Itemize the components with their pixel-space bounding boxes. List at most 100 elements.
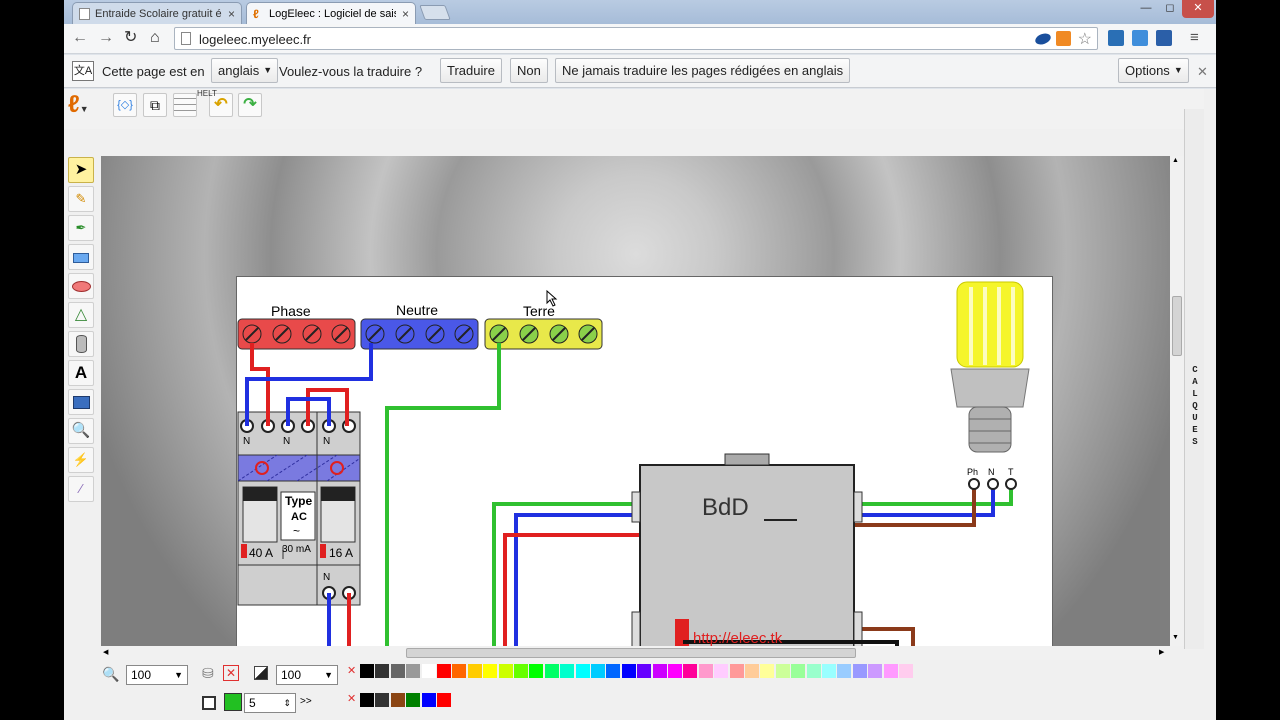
color-swatch[interactable] xyxy=(775,664,790,678)
color-swatch[interactable] xyxy=(883,664,898,678)
screen-icon[interactable] xyxy=(1108,30,1124,46)
stroke-style-icon[interactable] xyxy=(202,696,216,710)
drawing-canvas[interactable]: Phase Neutre Terre N N N N Type AC ~ 40 … xyxy=(101,156,1170,646)
shapes-icon[interactable]: ⧉ xyxy=(143,93,167,117)
color-swatch[interactable] xyxy=(560,664,575,678)
color-swatch[interactable] xyxy=(390,693,405,707)
no-color-icon[interactable]: ✕ xyxy=(347,692,356,705)
color-swatch[interactable] xyxy=(668,664,682,678)
color-swatch[interactable] xyxy=(760,664,775,678)
no-color-icon[interactable]: ✕ xyxy=(347,664,356,677)
color-swatch[interactable] xyxy=(852,664,867,678)
color-swatch[interactable] xyxy=(791,664,806,678)
options-button[interactable]: Options ▼ xyxy=(1118,58,1189,83)
maximize-button[interactable]: ◻ xyxy=(1158,0,1182,18)
extension-icon[interactable] xyxy=(1033,31,1053,47)
menu-icon[interactable]: ≡ xyxy=(1190,29,1199,47)
star-icon[interactable]: ☆ xyxy=(1078,29,1092,49)
color-swatch[interactable] xyxy=(390,664,405,678)
color-swatch[interactable] xyxy=(360,693,374,707)
brush-icon[interactable]: ∕ xyxy=(68,476,94,502)
scroll-thumb[interactable] xyxy=(406,648,856,658)
close-icon[interactable]: × xyxy=(402,7,409,21)
color-swatch[interactable] xyxy=(360,664,374,678)
calques-panel-tab[interactable]: C A L Q U E S xyxy=(1184,109,1204,649)
color-swatch[interactable] xyxy=(421,664,436,678)
code-icon[interactable]: {◇} xyxy=(113,93,137,117)
reload-icon[interactable]: ↻ xyxy=(124,29,137,47)
color-swatch[interactable] xyxy=(544,664,559,678)
color-swatch[interactable] xyxy=(421,693,436,707)
redo-icon[interactable]: ↷ xyxy=(238,93,262,117)
translate-button[interactable]: Traduire xyxy=(440,58,502,83)
fill-bucket-icon[interactable]: ⛁ xyxy=(202,665,220,683)
color-swatch[interactable] xyxy=(729,664,744,678)
color-palette-stroke[interactable] xyxy=(360,693,1160,707)
home-icon[interactable]: ⌂ xyxy=(150,29,160,47)
stroke-color-swatch[interactable] xyxy=(224,693,242,711)
forward-icon[interactable]: → xyxy=(98,29,114,47)
color-swatch[interactable] xyxy=(745,664,759,678)
color-swatch[interactable] xyxy=(806,664,821,678)
new-tab-button[interactable] xyxy=(419,5,451,20)
grid-icon[interactable] xyxy=(173,93,197,117)
pen-tool-icon[interactable]: ✒ xyxy=(68,215,94,241)
close-translate-icon[interactable]: ✕ xyxy=(1197,64,1208,80)
share-icon[interactable] xyxy=(1132,30,1148,46)
scroll-thumb[interactable] xyxy=(1172,296,1182,356)
tab-entraide[interactable]: Entraide Scolaire gratuit él × xyxy=(72,2,242,24)
color-swatch[interactable] xyxy=(529,664,544,678)
scroll-right-icon[interactable]: ▶ xyxy=(1159,648,1164,656)
drawing-sheet[interactable]: Phase Neutre Terre N N N N Type AC ~ 40 … xyxy=(236,276,1053,646)
color-swatch[interactable] xyxy=(437,664,451,678)
color-swatch[interactable] xyxy=(375,664,390,678)
color-swatch[interactable] xyxy=(406,664,421,678)
image-icon[interactable] xyxy=(68,389,94,415)
color-swatch[interactable] xyxy=(714,664,729,678)
color-swatch[interactable] xyxy=(652,664,667,678)
eyedropper-icon[interactable]: ⚡ xyxy=(68,447,94,473)
color-swatch[interactable] xyxy=(591,664,605,678)
cylinder-icon[interactable] xyxy=(68,331,94,357)
color-swatch[interactable] xyxy=(621,664,636,678)
color-swatch[interactable] xyxy=(899,664,913,678)
close-window-button[interactable]: ✕ xyxy=(1182,0,1214,18)
color-swatch[interactable] xyxy=(698,664,713,678)
pencil-icon[interactable]: ✎ xyxy=(68,186,94,212)
language-select[interactable]: anglais ▼ xyxy=(211,58,279,83)
text-tool-icon[interactable]: A xyxy=(68,360,94,386)
close-icon[interactable]: × xyxy=(228,7,235,21)
line-width-select[interactable]: 5 ⇕ xyxy=(244,693,296,713)
color-swatch[interactable] xyxy=(375,693,390,707)
logeleec-logo-icon[interactable]: ℓ▼ xyxy=(68,91,104,119)
horizontal-scrollbar[interactable]: ◀ ▶ xyxy=(101,646,1170,660)
no-button[interactable]: Non xyxy=(510,58,548,83)
scroll-left-icon[interactable]: ◀ xyxy=(103,648,108,656)
zoom-select[interactable]: 100 ▼ xyxy=(126,665,188,685)
scroll-up-icon[interactable]: ▲ xyxy=(1172,157,1179,164)
color-swatch[interactable] xyxy=(683,664,698,678)
scroll-down-icon[interactable]: ▼ xyxy=(1172,634,1179,641)
address-bar[interactable]: logeleec.myeleec.fr ☆ xyxy=(174,27,1098,50)
color-swatch[interactable] xyxy=(575,664,590,678)
color-palette-fill[interactable] xyxy=(360,664,1160,678)
color-swatch[interactable] xyxy=(467,664,482,678)
never-translate-button[interactable]: Ne jamais traduire les pages rédigées en… xyxy=(555,58,851,83)
ellipse-icon[interactable] xyxy=(68,273,94,299)
triangle-icon[interactable]: △ xyxy=(68,302,94,328)
select-arrow-icon[interactable]: ➤ xyxy=(68,157,94,183)
color-swatch[interactable] xyxy=(868,664,883,678)
color-swatch[interactable] xyxy=(406,693,421,707)
color-swatch[interactable] xyxy=(822,664,836,678)
tab-logeleec[interactable]: ℓ LogEleec : Logiciel de saisi × xyxy=(246,2,416,24)
color-swatch[interactable] xyxy=(606,664,621,678)
opacity-select[interactable]: 100 ▼ xyxy=(276,665,338,685)
feed-icon[interactable] xyxy=(1156,30,1172,46)
color-swatch[interactable] xyxy=(837,664,852,678)
minimize-button[interactable]: — xyxy=(1134,0,1158,18)
color-swatch[interactable] xyxy=(514,664,528,678)
no-fill-icon[interactable]: ✕ xyxy=(223,665,239,681)
color-swatch[interactable] xyxy=(483,664,498,678)
rss-icon[interactable] xyxy=(1056,31,1071,46)
color-swatch[interactable] xyxy=(452,664,467,678)
